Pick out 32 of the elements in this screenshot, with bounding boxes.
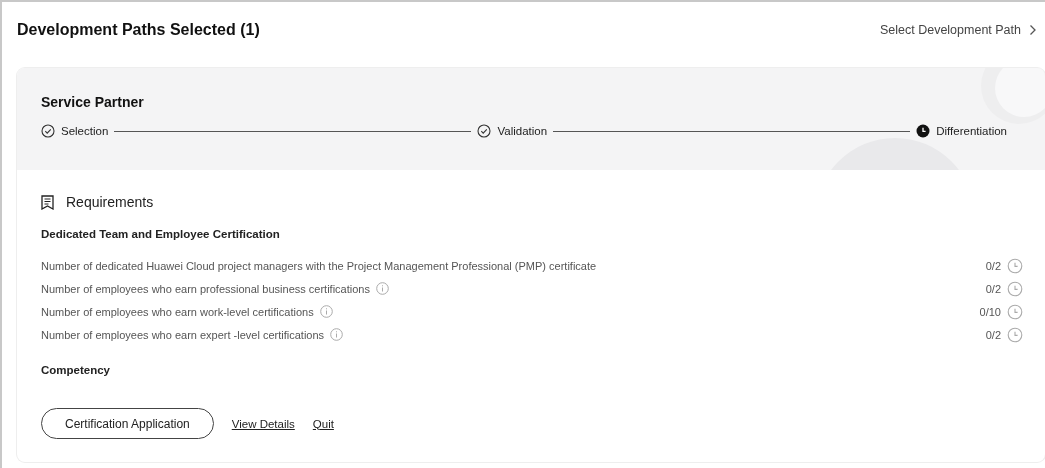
document-list-icon xyxy=(41,194,54,210)
progress-step: Differentiation xyxy=(916,124,1007,138)
action-link[interactable]: Quit xyxy=(312,417,334,430)
certification-button[interactable]: Certification Application xyxy=(41,408,214,439)
clock-icon xyxy=(916,124,931,138)
progress-count: 0/2 xyxy=(985,328,1001,341)
clock-icon xyxy=(1007,303,1023,320)
select-path-link[interactable]: Select Development Path xyxy=(879,23,1037,37)
page-title: Development Paths Selected (1) xyxy=(17,21,260,39)
info-icon[interactable] xyxy=(330,328,344,341)
requirement-label: Number of dedicated Huawei Cloud project managers with the Project Management Professional (PMP) certificate xyxy=(41,259,597,272)
check-circle-icon xyxy=(477,124,492,138)
chevron-right-icon xyxy=(1029,24,1037,36)
progress-step: Selection xyxy=(41,124,109,138)
progress-count: 0/2 xyxy=(985,259,1001,272)
info-icon[interactable] xyxy=(319,305,333,318)
progress-count: 0/10 xyxy=(979,305,1001,318)
clock-icon xyxy=(1007,257,1023,274)
requirement-label: Number of employees who earn expert -level certifications xyxy=(41,328,325,341)
group-title: Dedicated Team and Employee Certification xyxy=(41,228,281,240)
check-circle-icon xyxy=(41,124,55,138)
clock-icon xyxy=(1007,280,1023,297)
requirement-label: Number of employees who earn work-level certifications xyxy=(41,305,314,318)
info-icon[interactable] xyxy=(375,282,389,295)
progress-count: 0/2 xyxy=(985,282,1001,295)
section-heading: Requirements xyxy=(66,194,154,210)
requirement-label: Number of employees who earn professional business certifications xyxy=(41,282,370,295)
action-link[interactable]: View Details xyxy=(231,417,295,430)
clock-icon xyxy=(1007,326,1023,343)
progress-step: Validation xyxy=(477,124,548,138)
group-title: Competency xyxy=(41,364,112,376)
path-name: Service Partner xyxy=(41,94,145,110)
